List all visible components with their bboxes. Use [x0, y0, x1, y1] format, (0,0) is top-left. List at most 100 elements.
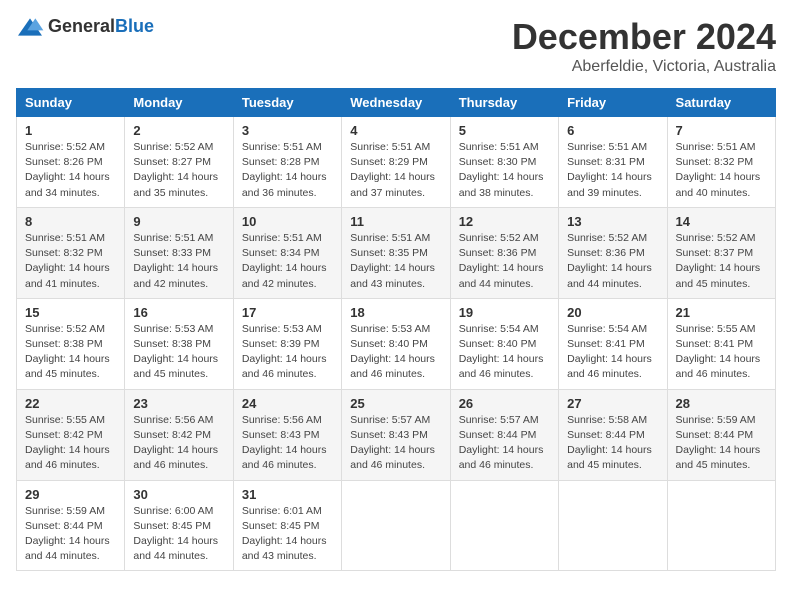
calendar-cell: [667, 480, 775, 571]
day-number: 19: [459, 305, 550, 320]
day-info: Sunrise: 5:51 AMSunset: 8:32 PMDaylight:…: [676, 140, 767, 201]
calendar-cell: 2 Sunrise: 5:52 AMSunset: 8:27 PMDaylight…: [125, 117, 233, 208]
day-number: 20: [567, 305, 658, 320]
day-info: Sunrise: 5:52 AMSunset: 8:36 PMDaylight:…: [567, 231, 658, 292]
day-number: 21: [676, 305, 767, 320]
calendar-cell: 11 Sunrise: 5:51 AMSunset: 8:35 PMDayligh…: [342, 207, 450, 298]
calendar-cell: 25Sunrise: 5:57 AMSunset: 8:43 PMDayligh…: [342, 389, 450, 480]
day-number: 31: [242, 487, 333, 502]
day-info: Sunrise: 5:56 AMSunset: 8:43 PMDaylight:…: [242, 413, 333, 474]
calendar-cell: 29 Sunrise: 5:59 AMSunset: 8:44 PMDayligh…: [17, 480, 125, 571]
calendar-cell: 1 Sunrise: 5:52 AMSunset: 8:26 PMDaylight…: [17, 117, 125, 208]
day-info: Sunrise: 5:52 AMSunset: 8:26 PMDaylight:…: [25, 140, 116, 201]
day-number: 7: [676, 123, 767, 138]
location-title: Aberfeldie, Victoria, Australia: [512, 58, 776, 76]
day-info: Sunrise: 5:51 AMSunset: 8:31 PMDaylight:…: [567, 140, 658, 201]
calendar-cell: 14 Sunrise: 5:52 AMSunset: 8:37 PMDayligh…: [667, 207, 775, 298]
day-number: 2: [133, 123, 224, 138]
weekday-header-sunday: Sunday: [17, 89, 125, 117]
calendar-cell: 28 Sunrise: 5:59 AMSunset: 8:44 PMDayligh…: [667, 389, 775, 480]
day-number: 6: [567, 123, 658, 138]
day-number: 16: [133, 305, 224, 320]
day-number: 15: [25, 305, 116, 320]
calendar-cell: 19 Sunrise: 5:54 AMSunset: 8:40 PMDayligh…: [450, 298, 558, 389]
day-number: 11: [350, 214, 441, 229]
calendar-cell: 27 Sunrise: 5:58 AMSunset: 8:44 PMDayligh…: [559, 389, 667, 480]
day-number: 25: [350, 396, 441, 411]
day-number: 5: [459, 123, 550, 138]
calendar-cell: 24 Sunrise: 5:56 AMSunset: 8:43 PMDayligh…: [233, 389, 341, 480]
day-number: 17: [242, 305, 333, 320]
calendar-cell: 26Sunrise: 5:57 AMSunset: 8:44 PMDayligh…: [450, 389, 558, 480]
title-area: December 2024 Aberfeldie, Victoria, Aust…: [512, 16, 776, 76]
day-info: Sunrise: 5:54 AMSunset: 8:41 PMDaylight:…: [567, 322, 658, 383]
day-number: 1: [25, 123, 116, 138]
weekday-header-tuesday: Tuesday: [233, 89, 341, 117]
calendar-cell: 6 Sunrise: 5:51 AMSunset: 8:31 PMDaylight…: [559, 117, 667, 208]
day-number: 24: [242, 396, 333, 411]
calendar-cell: 5 Sunrise: 5:51 AMSunset: 8:30 PMDaylight…: [450, 117, 558, 208]
calendar-cell: 9Sunrise: 5:51 AMSunset: 8:33 PMDaylight…: [125, 207, 233, 298]
calendar-cell: [559, 480, 667, 571]
day-number: 26: [459, 396, 550, 411]
day-number: 23: [133, 396, 224, 411]
calendar-table: SundayMondayTuesdayWednesdayThursdayFrid…: [16, 88, 776, 571]
calendar-cell: [450, 480, 558, 571]
day-info: Sunrise: 5:53 AMSunset: 8:39 PMDaylight:…: [242, 322, 333, 383]
day-info: Sunrise: 5:52 AMSunset: 8:27 PMDaylight:…: [133, 140, 224, 201]
logo-text-general: General: [48, 16, 115, 36]
calendar-cell: 18Sunrise: 5:53 AMSunset: 8:40 PMDayligh…: [342, 298, 450, 389]
day-number: 10: [242, 214, 333, 229]
day-number: 13: [567, 214, 658, 229]
calendar-cell: 12Sunrise: 5:52 AMSunset: 8:36 PMDayligh…: [450, 207, 558, 298]
calendar-cell: [342, 480, 450, 571]
weekday-header-thursday: Thursday: [450, 89, 558, 117]
day-number: 30: [133, 487, 224, 502]
calendar-cell: 17 Sunrise: 5:53 AMSunset: 8:39 PMDayligh…: [233, 298, 341, 389]
week-row-2: 8Sunrise: 5:51 AMSunset: 8:32 PMDaylight…: [17, 207, 776, 298]
day-number: 4: [350, 123, 441, 138]
calendar-cell: 13 Sunrise: 5:52 AMSunset: 8:36 PMDayligh…: [559, 207, 667, 298]
week-row-3: 15 Sunrise: 5:52 AMSunset: 8:38 PMDayligh…: [17, 298, 776, 389]
calendar-cell: 20 Sunrise: 5:54 AMSunset: 8:41 PMDayligh…: [559, 298, 667, 389]
calendar-cell: 23Sunrise: 5:56 AMSunset: 8:42 PMDayligh…: [125, 389, 233, 480]
day-info: Sunrise: 5:51 AMSunset: 8:34 PMDaylight:…: [242, 231, 333, 292]
logo: GeneralBlue: [16, 16, 154, 37]
day-info: Sunrise: 5:55 AMSunset: 8:41 PMDaylight:…: [676, 322, 767, 383]
calendar-cell: 15 Sunrise: 5:52 AMSunset: 8:38 PMDayligh…: [17, 298, 125, 389]
day-number: 27: [567, 396, 658, 411]
day-info: Sunrise: 5:55 AMSunset: 8:42 PMDaylight:…: [25, 413, 116, 474]
day-number: 22: [25, 396, 116, 411]
day-info: Sunrise: 5:53 AMSunset: 8:38 PMDaylight:…: [133, 322, 224, 383]
weekday-header-friday: Friday: [559, 89, 667, 117]
day-number: 14: [676, 214, 767, 229]
weekday-header-saturday: Saturday: [667, 89, 775, 117]
day-info: Sunrise: 5:51 AMSunset: 8:35 PMDaylight:…: [350, 231, 441, 292]
weekday-header-monday: Monday: [125, 89, 233, 117]
day-info: Sunrise: 5:54 AMSunset: 8:40 PMDaylight:…: [459, 322, 550, 383]
day-number: 28: [676, 396, 767, 411]
day-info: Sunrise: 5:59 AMSunset: 8:44 PMDaylight:…: [25, 504, 116, 565]
day-number: 8: [25, 214, 116, 229]
day-info: Sunrise: 5:51 AMSunset: 8:28 PMDaylight:…: [242, 140, 333, 201]
day-number: 29: [25, 487, 116, 502]
logo-text-blue: Blue: [115, 16, 154, 36]
calendar-cell: 16 Sunrise: 5:53 AMSunset: 8:38 PMDayligh…: [125, 298, 233, 389]
logo-icon: [16, 17, 44, 37]
calendar-cell: 3Sunrise: 5:51 AMSunset: 8:28 PMDaylight…: [233, 117, 341, 208]
weekday-header-row: SundayMondayTuesdayWednesdayThursdayFrid…: [17, 89, 776, 117]
day-info: Sunrise: 5:52 AMSunset: 8:36 PMDaylight:…: [459, 231, 550, 292]
day-info: Sunrise: 5:58 AMSunset: 8:44 PMDaylight:…: [567, 413, 658, 474]
day-info: Sunrise: 5:52 AMSunset: 8:37 PMDaylight:…: [676, 231, 767, 292]
day-info: Sunrise: 5:52 AMSunset: 8:38 PMDaylight:…: [25, 322, 116, 383]
day-info: Sunrise: 5:59 AMSunset: 8:44 PMDaylight:…: [676, 413, 767, 474]
day-number: 18: [350, 305, 441, 320]
calendar-cell: 31 Sunrise: 6:01 AMSunset: 8:45 PMDayligh…: [233, 480, 341, 571]
calendar-cell: 8Sunrise: 5:51 AMSunset: 8:32 PMDaylight…: [17, 207, 125, 298]
week-row-5: 29 Sunrise: 5:59 AMSunset: 8:44 PMDayligh…: [17, 480, 776, 571]
day-info: Sunrise: 6:01 AMSunset: 8:45 PMDaylight:…: [242, 504, 333, 565]
calendar-cell: 30Sunrise: 6:00 AMSunset: 8:45 PMDayligh…: [125, 480, 233, 571]
week-row-4: 22 Sunrise: 5:55 AMSunset: 8:42 PMDayligh…: [17, 389, 776, 480]
weekday-header-wednesday: Wednesday: [342, 89, 450, 117]
day-info: Sunrise: 5:51 AMSunset: 8:30 PMDaylight:…: [459, 140, 550, 201]
